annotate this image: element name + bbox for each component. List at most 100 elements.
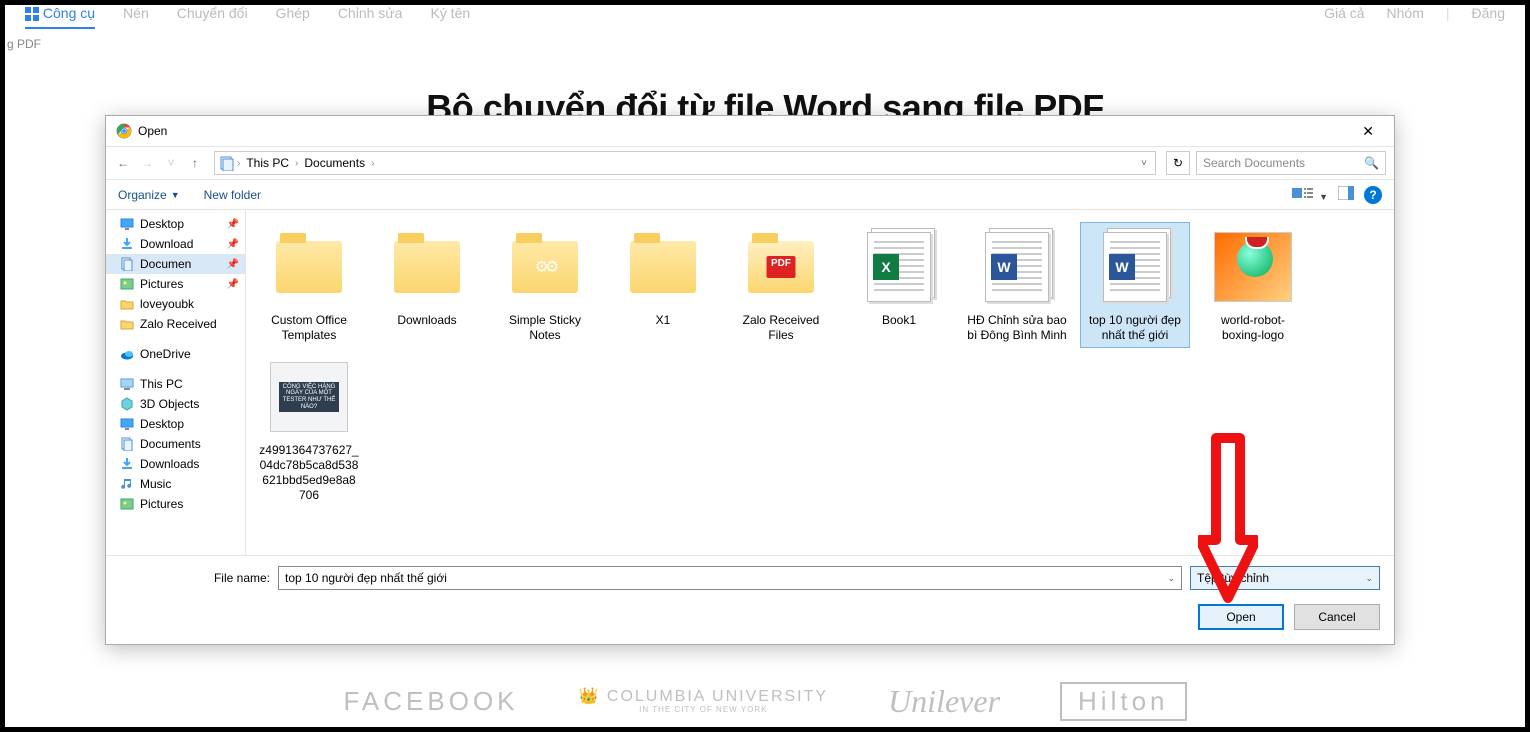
nav-back-button[interactable]: ← [114,156,132,170]
file-label: Simple Sticky Notes [495,313,595,343]
nav-item-2[interactable]: Chuyển đổi [177,5,248,29]
documents-icon [120,437,134,451]
filename-input[interactable] [285,571,1167,585]
address-dropdown[interactable]: ˅ [1137,158,1151,169]
file-label: Downloads [377,313,477,328]
chevron-down-icon: ▼ [171,190,180,200]
open-button[interactable]: Open [1198,604,1284,630]
sidebar-item[interactable]: Desktop📌 [106,214,245,234]
file-thumb: W [1096,227,1174,307]
breadcrumb-documents[interactable]: Documents [300,156,369,170]
sidebar-item[interactable]: Desktop [106,414,245,434]
sidebar-item[interactable]: Downloads [106,454,245,474]
file-label: world-robot-boxing-logo [1203,313,1303,343]
top-nav: Công cụNénChuyển đổiGhépChỉnh sửaKý tên … [5,5,1525,35]
filename-combo[interactable]: ⌄ [278,566,1182,590]
sidebar-item[interactable]: Pictures [106,494,245,514]
nav-item-5[interactable]: Ký tên [430,5,470,29]
sidebar: Desktop📌Download📌Documen📌Pictures📌loveyo… [106,210,246,555]
open-dialog: Open ✕ ← → ˅ ↑ › This PC › Documents › ˅… [105,115,1395,645]
search-box[interactable]: Search Documents 🔍 [1196,151,1386,175]
sidebar-item[interactable]: Music [106,474,245,494]
file-item[interactable]: Simple Sticky Notes [490,222,600,348]
address-bar[interactable]: › This PC › Documents › ˅ [214,151,1156,175]
dialog-footer: File name: ⌄ Tệp tùy chỉnh ⌄ Open Cancel [106,555,1394,644]
file-label: top 10 người đẹp nhất thế giới [1085,313,1185,343]
file-item[interactable]: world-robot-boxing-logo [1198,222,1308,348]
file-item[interactable]: X1 [608,222,718,348]
view-mode-button[interactable]: ▼ [1292,186,1328,203]
hilton-logo: Hilton [1060,682,1186,721]
nav-up-button[interactable]: ↑ [186,156,204,170]
file-thumb: W [978,227,1056,307]
pictures-icon [120,277,134,291]
dialog-title: Open [138,124,167,138]
facebook-logo: FACEBOOK [343,686,518,717]
chevron-right-icon: › [371,158,374,169]
nav-recent-button[interactable]: ˅ [162,156,180,170]
file-label: HĐ Chỉnh sửa bao bì Đông Bình Minh [967,313,1067,343]
sidebar-item[interactable]: Pictures📌 [106,274,245,294]
cancel-button[interactable]: Cancel [1294,604,1380,630]
sidebar-item[interactable]: This PC [106,374,245,394]
organize-menu[interactable]: Organize ▼ [118,188,180,202]
nav-forward-button[interactable]: → [138,156,156,170]
file-item[interactable]: XBook1 [844,222,954,348]
nav-item-0[interactable]: Công cụ [25,5,95,29]
file-thumb [388,227,466,307]
new-folder-button[interactable]: New folder [204,188,261,202]
sidebar-item[interactable]: Download📌 [106,234,245,254]
nav-right-item[interactable]: Nhóm [1387,5,1424,27]
file-label: X1 [613,313,713,328]
sidebar-item[interactable]: 3D Objects [106,394,245,414]
close-button[interactable]: ✕ [1352,121,1384,142]
pin-icon: 📌 [227,259,239,270]
refresh-button[interactable]: ↻ [1166,151,1190,175]
documents-icon [120,257,134,271]
file-thumb [506,227,584,307]
file-thumb: CÔNG VIỆC HÀNG NGÀY CỦA MỘT TESTER NHƯ T… [270,357,348,437]
search-icon: 🔍 [1364,156,1379,170]
login-link[interactable]: Đăng [1472,5,1505,27]
subline-text: g PDF [5,37,1525,51]
help-button[interactable]: ? [1364,186,1382,204]
search-placeholder: Search Documents [1203,156,1305,170]
file-item[interactable]: CÔNG VIỆC HÀNG NGÀY CỦA MỘT TESTER NHƯ T… [254,352,364,508]
3d-icon [120,397,134,411]
chevron-down-icon[interactable]: ⌄ [1365,573,1373,584]
chrome-icon [116,123,132,139]
folder-icon [120,317,134,331]
file-thumb [742,227,820,307]
file-item[interactable]: W HĐ Chỉnh sửa bao bì Đông Bình Minh [962,222,1072,348]
file-thumb [270,227,348,307]
dialog-nav: ← → ˅ ↑ › This PC › Documents › ˅ ↻ Sear… [106,146,1394,180]
pin-icon: 📌 [227,219,239,230]
sidebar-item[interactable]: Zalo Received [106,314,245,334]
pin-icon: 📌 [227,239,239,250]
breadcrumb-this-pc[interactable]: This PC [242,156,293,170]
file-label: Zalo Received Files [731,313,831,343]
sidebar-item[interactable]: OneDrive [106,344,245,364]
filetype-combo[interactable]: Tệp tùy chỉnh ⌄ [1190,566,1380,590]
nav-item-1[interactable]: Nén [123,5,149,29]
chevron-down-icon[interactable]: ⌄ [1167,573,1175,584]
dialog-toolbar: Organize ▼ New folder ▼ ? [106,180,1394,210]
sidebar-item[interactable]: loveyoubk [106,294,245,314]
file-item[interactable]: Wtop 10 người đẹp nhất thế giới [1080,222,1190,348]
file-item[interactable]: Downloads [372,222,482,348]
nav-item-4[interactable]: Chỉnh sửa [338,5,403,29]
unilever-logo: Unilever [888,683,1000,720]
sidebar-item[interactable]: Documents [106,434,245,454]
nav-item-3[interactable]: Ghép [276,5,310,29]
columbia-logo: 👑 COLUMBIA UNIVERSITY IN THE CITY OF NEW… [579,688,829,714]
file-grid: Custom Office Templates Downloads Simple S… [246,210,1394,555]
file-item[interactable]: Custom Office Templates [254,222,364,348]
file-label: z4991364737627_04dc78b5ca8d538621bbd5ed9… [259,443,359,503]
sidebar-item[interactable]: Documen📌 [106,254,245,274]
preview-pane-button[interactable] [1338,186,1354,203]
nav-right-item[interactable]: Giá cả [1324,5,1364,27]
brand-logos: FACEBOOK 👑 COLUMBIA UNIVERSITY IN THE CI… [5,682,1525,721]
pictures-icon [120,497,134,511]
file-item[interactable]: Zalo Received Files [726,222,836,348]
download-icon [120,457,134,471]
